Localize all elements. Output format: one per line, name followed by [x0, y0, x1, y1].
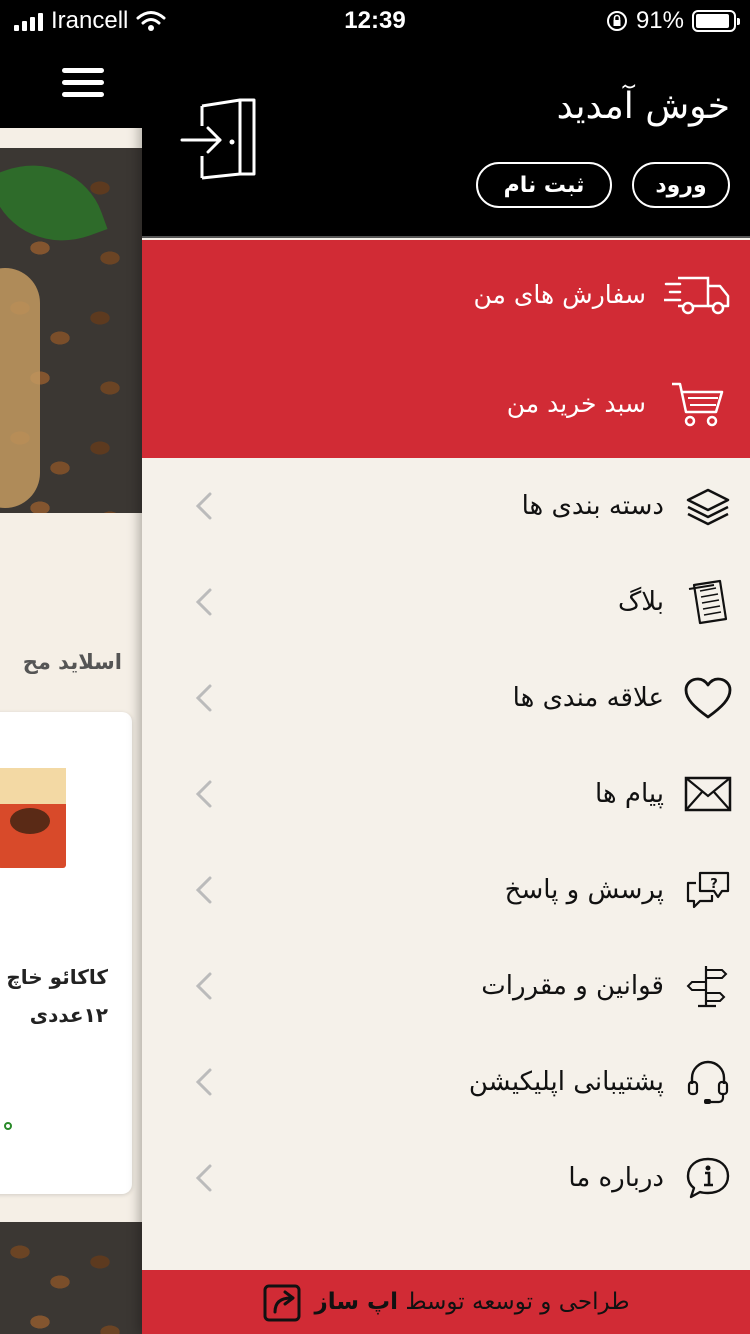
delivery-truck-icon: [664, 270, 730, 320]
chevron-left-icon: [195, 1068, 212, 1096]
share-arrow-icon: [263, 1284, 300, 1322]
banner-image[interactable]: [0, 144, 142, 513]
login-door-icon[interactable]: [180, 98, 260, 182]
chevron-left-icon: [195, 684, 212, 712]
menu-favorites[interactable]: علاقه مندی ها: [142, 650, 750, 746]
drawer-header: خوش آمدید ورود ثبت نام: [142, 42, 750, 238]
battery-fill: [696, 14, 729, 28]
coffee-leaf-image: [0, 144, 108, 262]
battery-percent: 91%: [635, 7, 684, 34]
menu-label: علاقه مندی ها: [512, 683, 664, 713]
chevron-left-icon: [195, 780, 212, 808]
menu-support[interactable]: پشتیبانی اپلیکیشن: [142, 1034, 750, 1130]
wooden-scoop-image: [0, 268, 40, 508]
menu-terms[interactable]: قوانین و مقررات: [142, 938, 750, 1034]
menu-label: بلاگ: [617, 587, 664, 617]
banner-image-2[interactable]: [0, 1222, 142, 1334]
newspaper-icon: [684, 578, 732, 626]
menu-categories[interactable]: دسته بندی ها: [142, 458, 750, 554]
heart-icon: [684, 674, 732, 722]
signpost-icon: [684, 962, 732, 1010]
menu-label: درباره ما: [568, 1163, 664, 1193]
login-button[interactable]: ورود: [632, 162, 730, 208]
menu-faq[interactable]: پرسش و پاسخ ?: [142, 842, 750, 938]
section-title: اسلاید مح: [22, 650, 122, 674]
menu-label: دسته بندی ها: [521, 491, 664, 521]
footer-brand: اپ ساز: [314, 1289, 399, 1315]
background-app: اسلاید مح کاکائو خاچ ۱۲عددی: [0, 42, 142, 1334]
side-drawer: خوش آمدید ورود ثبت نام سفارش های من سبد …: [142, 42, 750, 1334]
product-title-line1: کاکائو خاچ: [6, 965, 108, 989]
chevron-left-icon: [195, 588, 212, 616]
menu-my-orders[interactable]: سفارش های من: [142, 240, 750, 349]
app-top-bar: [0, 42, 142, 128]
chevron-left-icon: [195, 876, 212, 904]
headset-icon: [684, 1058, 732, 1106]
status-right: 91%: [606, 7, 740, 35]
availability-dot: [4, 1122, 12, 1130]
battery-icon: [692, 10, 740, 32]
menu-label: سفارش های من: [473, 280, 647, 309]
product-card[interactable]: کاکائو خاچ ۱۲عددی: [0, 712, 132, 1194]
chevron-left-icon: [195, 1164, 212, 1192]
menu-about[interactable]: درباره ما: [142, 1130, 750, 1226]
product-image: [0, 768, 66, 868]
chevron-left-icon: [195, 972, 212, 1000]
layers-icon: [684, 482, 732, 530]
footer-text: طراحی و توسعه توسط اپ ساز: [315, 1289, 630, 1315]
question-chat-icon: ?: [684, 866, 732, 914]
envelope-icon: [684, 770, 732, 818]
menu-label: پرسش و پاسخ: [504, 875, 664, 905]
menu-label: سبد خرید من: [506, 389, 646, 418]
welcome-title: خوش آمدید: [556, 86, 730, 127]
menu-my-cart[interactable]: سبد خرید من: [142, 349, 750, 458]
product-title: کاکائو خاچ ۱۲عددی: [0, 958, 108, 1034]
menu-label: قوانین و مقررات: [481, 971, 664, 1001]
menu-messages[interactable]: پیام ها: [142, 746, 750, 842]
menu-label: پشتیبانی اپلیکیشن: [468, 1067, 664, 1097]
footer-credit-text: طراحی و توسعه توسط: [405, 1289, 630, 1315]
footer-credit[interactable]: طراحی و توسعه توسط اپ ساز: [142, 1270, 750, 1334]
chevron-left-icon: [195, 492, 212, 520]
menu-label: پیام ها: [595, 779, 664, 809]
hamburger-menu-icon[interactable]: [54, 52, 112, 112]
shopping-cart-icon: [664, 379, 730, 429]
info-icon: [684, 1154, 732, 1202]
register-button[interactable]: ثبت نام: [476, 162, 612, 208]
menu-blog[interactable]: بلاگ: [142, 554, 750, 650]
status-bar: Irancell 12:39 91%: [0, 0, 750, 42]
svg-text:?: ?: [710, 877, 718, 892]
orientation-lock-icon: [606, 11, 627, 31]
highlight-section: سفارش های من سبد خرید من: [142, 240, 750, 458]
product-title-line2: ۱۲عددی: [29, 1003, 108, 1027]
